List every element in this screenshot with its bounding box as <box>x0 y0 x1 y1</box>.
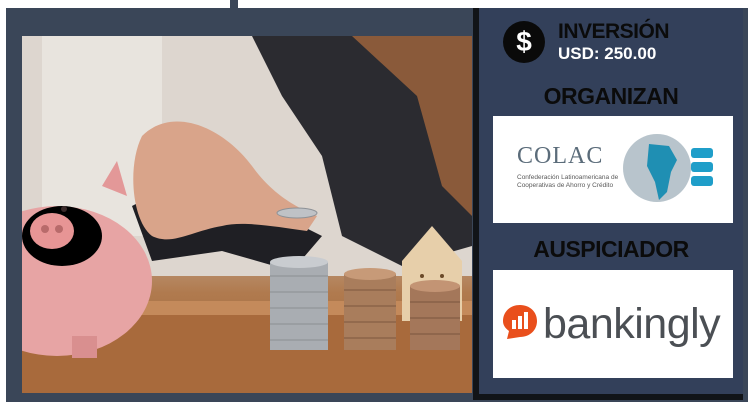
bankingly-chat-icon <box>503 305 537 339</box>
investment-amount: USD: 250.00 <box>558 44 657 63</box>
coin-stack-short <box>410 280 460 350</box>
colac-logo: COLAC Confederación Latinoamericana de C… <box>493 116 733 223</box>
colac-logo-name: COLAC <box>517 143 604 169</box>
savings-photo-illustration <box>22 36 472 393</box>
bankingly-logo-name: bankingly <box>543 300 721 348</box>
coin-stack-medium <box>344 268 396 350</box>
cropped-title-fragment <box>230 0 238 9</box>
organizers-heading: ORGANIZAN <box>543 83 679 109</box>
top-strip <box>6 0 748 8</box>
coin-stack-tall <box>270 256 328 350</box>
savings-photo <box>22 36 472 393</box>
investment-label: INVERSIÓN <box>558 20 670 43</box>
sponsor-heading: AUSPICIADOR <box>533 236 689 262</box>
globe-icon <box>623 134 713 202</box>
bankingly-logo: bankingly <box>493 270 733 378</box>
dollar-coin-icon: $ <box>503 21 545 63</box>
